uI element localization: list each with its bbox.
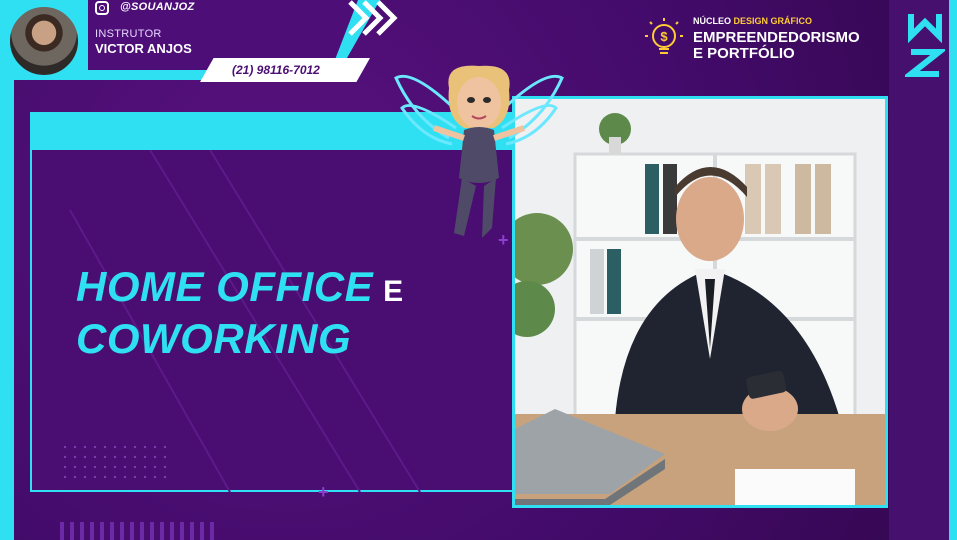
logo-mark xyxy=(905,14,945,77)
instructor-label: INSTRUTOR xyxy=(95,28,162,40)
phone-number: (21) 98116-7012 xyxy=(232,63,320,77)
left-frame-accent xyxy=(0,80,14,540)
brand-title: EMPREENDEDORISMO E PORTFÓLIO xyxy=(693,30,860,62)
slide-title-line1: HOME OFFICE E xyxy=(76,262,404,317)
svg-text:$: $ xyxy=(660,29,668,44)
instructor-name: VICTOR ANJOS xyxy=(95,41,192,56)
office-photo-illustration xyxy=(515,99,885,505)
office-photo xyxy=(512,96,888,508)
brand-prefix: NÚCLEO xyxy=(693,16,731,26)
brand-subtitle: NÚCLEO DESIGN GRÁFICO xyxy=(693,16,812,26)
instagram-icon xyxy=(95,1,109,15)
slide-title-part1: HOME OFFICE xyxy=(76,263,374,310)
brand-title-line2: E PORTFÓLIO xyxy=(693,45,795,62)
social-handle: @SOUANJOZ xyxy=(120,1,195,13)
right-frame-panel xyxy=(889,0,949,540)
slide-title-part2: COWORKING xyxy=(76,315,352,362)
brand-title-line1: EMPREENDEDORISMO xyxy=(693,29,860,46)
chevrons-right-icon xyxy=(348,0,398,36)
dot-grid-decoration xyxy=(60,442,170,482)
lightbulb-dollar-icon: $ xyxy=(645,18,683,54)
brand-highlight: DESIGN GRÁFICO xyxy=(733,16,813,26)
instructor-avatar xyxy=(7,4,81,78)
plus-decoration: + xyxy=(318,482,329,502)
slide-title-conjunction: E xyxy=(383,275,404,308)
fairy-mascot xyxy=(394,65,564,238)
bottom-bars-decoration xyxy=(60,522,220,540)
